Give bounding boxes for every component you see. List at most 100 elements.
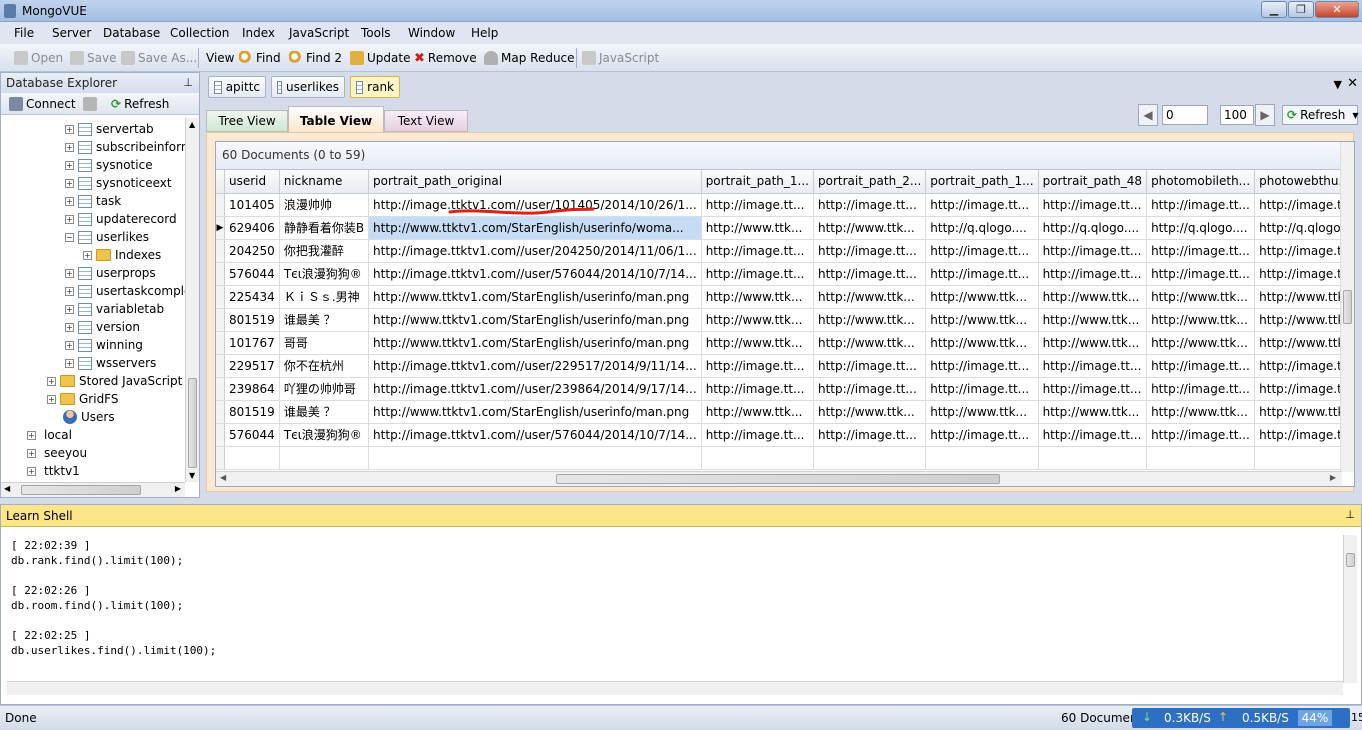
- minimize-button[interactable]: ▁: [1261, 1, 1287, 18]
- table-cell[interactable]: 229517: [224, 354, 280, 378]
- table-cell[interactable]: http://image.tt...: [813, 262, 927, 286]
- table-cell[interactable]: 静静看着你装B: [279, 216, 370, 240]
- menu-file[interactable]: File: [14, 26, 34, 40]
- table-cell[interactable]: http://www.ttk...: [1146, 308, 1256, 332]
- expand-icon[interactable]: +: [65, 286, 74, 296]
- table-cell[interactable]: http://www.ttk...: [701, 331, 814, 355]
- tree-item[interactable]: + Stored JavaScript: [47, 372, 182, 390]
- row-header[interactable]: [216, 262, 225, 286]
- table-row[interactable]: 576044 Tєι浪漫狗狗® http://image.ttktv1.com//u…: [216, 262, 1354, 286]
- tree-item[interactable]: + version: [65, 318, 140, 336]
- table-row[interactable]: 239864 吖狸の帅帅哥 http://image.ttktv1.com//use…: [216, 377, 1354, 401]
- doc-tab-userlikes[interactable]: userlikes: [271, 76, 345, 98]
- table-cell[interactable]: http://image.tt...: [813, 423, 927, 447]
- expand-icon[interactable]: +: [27, 430, 36, 440]
- table-cell[interactable]: http://www.ttk...: [1038, 400, 1148, 424]
- expand-icon[interactable]: +: [65, 214, 74, 224]
- table-cell[interactable]: http://q.qlogo....: [1146, 216, 1256, 240]
- table-cell[interactable]: http://www.ttktv1.com/StarEnglish/userin…: [368, 308, 702, 332]
- next-page-button[interactable]: ▶: [1255, 104, 1275, 126]
- tree-item[interactable]: + userprops: [65, 264, 156, 282]
- table-cell[interactable]: http://www.ttk...: [701, 308, 814, 332]
- table-cell[interactable]: http://image.tt...: [1038, 377, 1148, 401]
- table-cell[interactable]: 哥哥: [279, 331, 370, 355]
- map-reduce-button[interactable]: Map Reduce: [484, 49, 575, 67]
- table-cell[interactable]: http://image.tt...: [925, 423, 1039, 447]
- tree-item[interactable]: + task: [65, 192, 121, 210]
- javascript-button[interactable]: JavaScript: [582, 49, 659, 67]
- tree-item[interactable]: + winning: [65, 336, 143, 354]
- scroll-left-icon[interactable]: ◀: [220, 473, 226, 482]
- table-cell[interactable]: http://www.ttk...: [813, 400, 927, 424]
- table-cell[interactable]: http://image.tt...: [1146, 377, 1256, 401]
- limit-input[interactable]: [1220, 105, 1254, 125]
- table-cell[interactable]: 204250: [224, 239, 280, 263]
- expand-icon[interactable]: +: [65, 160, 74, 170]
- row-header[interactable]: [216, 193, 225, 217]
- table-cell[interactable]: http://image.tt...: [1146, 193, 1256, 217]
- column-header[interactable]: nickname: [279, 170, 370, 194]
- tree-item[interactable]: + Indexes: [83, 246, 161, 264]
- table-cell[interactable]: http://www.ttk...: [925, 285, 1039, 309]
- scroll-left-icon[interactable]: ◀: [4, 484, 10, 493]
- table-cell[interactable]: http://image.tt...: [1038, 262, 1148, 286]
- menu-window[interactable]: Window: [408, 26, 455, 40]
- tree-item[interactable]: + ttktv1: [27, 462, 80, 480]
- table-cell[interactable]: 浪漫帅帅: [279, 193, 370, 217]
- table-cell[interactable]: http://image.tt...: [701, 239, 814, 263]
- menu-javascript[interactable]: JavaScript: [289, 26, 349, 40]
- connect-button[interactable]: Connect: [9, 95, 76, 113]
- grid-vscroll-thumb[interactable]: [1343, 290, 1352, 324]
- table-cell[interactable]: http://www.ttktv1.com/StarEnglish/userin…: [368, 216, 702, 240]
- tab-tree-view[interactable]: Tree View: [206, 110, 288, 132]
- tree-vertical-scrollbar[interactable]: ▲ ▼: [185, 118, 199, 482]
- tree-scroll-thumb[interactable]: [188, 378, 197, 468]
- table-cell[interactable]: http://www.ttk...: [1038, 331, 1148, 355]
- view-button[interactable]: View: [206, 49, 234, 67]
- expand-icon[interactable]: −: [65, 232, 74, 242]
- table-cell[interactable]: http://www.ttk...: [1038, 308, 1148, 332]
- save-as-button[interactable]: Save As...: [121, 49, 197, 67]
- doc-tab-rank[interactable]: rank: [350, 76, 400, 98]
- table-cell[interactable]: http://www.ttk...: [701, 285, 814, 309]
- close-button[interactable]: ✕: [1315, 1, 1359, 18]
- tree-hscroll-thumb[interactable]: [21, 485, 141, 495]
- table-cell[interactable]: http://www.ttk...: [813, 308, 927, 332]
- table-cell[interactable]: 101405: [224, 193, 280, 217]
- menu-server[interactable]: Server: [52, 26, 91, 40]
- row-header[interactable]: [216, 308, 225, 332]
- table-cell[interactable]: http://image.ttktv1.com//user/229517/201…: [368, 354, 702, 378]
- tree-item[interactable]: + servertab: [65, 120, 154, 138]
- table-row[interactable]: 576044 Tєι浪漫狗狗® http://image.ttktv1.com//u…: [216, 423, 1354, 447]
- pin-icon[interactable]: ⊥: [183, 76, 193, 89]
- table-cell[interactable]: Tєι浪漫狗狗®: [279, 262, 370, 286]
- close-tab-icon[interactable]: ✕: [1347, 76, 1358, 91]
- tree-item[interactable]: + GridFS: [47, 390, 119, 408]
- table-cell[interactable]: http://www.ttk...: [813, 216, 927, 240]
- table-cell[interactable]: http://image.tt...: [1038, 193, 1148, 217]
- table-cell[interactable]: http://image.tt...: [1146, 354, 1256, 378]
- table-cell[interactable]: http://image.tt...: [1146, 262, 1256, 286]
- table-cell[interactable]: http://image.tt...: [1146, 239, 1256, 263]
- table-cell[interactable]: http://image.tt...: [1146, 423, 1256, 447]
- table-cell[interactable]: http://www.ttk...: [1146, 285, 1256, 309]
- table-cell[interactable]: http://image.tt...: [701, 354, 814, 378]
- table-row[interactable]: ▶ 629406 静静看着你装B http://www.ttktv1.com/Star…: [216, 216, 1354, 240]
- find-button[interactable]: Find: [239, 49, 281, 67]
- menu-tools[interactable]: Tools: [361, 26, 391, 40]
- column-header[interactable]: portrait_path_1...: [701, 170, 814, 194]
- expand-icon[interactable]: +: [27, 466, 36, 476]
- tree-item[interactable]: − userlikes: [65, 228, 149, 246]
- table-cell[interactable]: http://image.tt...: [1038, 423, 1148, 447]
- expand-icon[interactable]: +: [47, 394, 56, 404]
- tree-item[interactable]: + sysnoticeext: [65, 174, 172, 192]
- table-cell[interactable]: http://image.tt...: [701, 377, 814, 401]
- table-cell[interactable]: http://www.ttk...: [813, 285, 927, 309]
- tab-list-dropdown-icon[interactable]: ▼: [1334, 78, 1342, 91]
- expand-icon[interactable]: +: [65, 340, 74, 350]
- grid-vertical-scrollbar[interactable]: [1340, 142, 1354, 472]
- table-cell[interactable]: 576044: [224, 423, 280, 447]
- table-row[interactable]: 101405 浪漫帅帅 http://image.ttktv1.com//user/…: [216, 193, 1354, 217]
- scroll-up-icon[interactable]: ▲: [189, 120, 195, 129]
- tab-table-view[interactable]: Table View: [288, 106, 384, 134]
